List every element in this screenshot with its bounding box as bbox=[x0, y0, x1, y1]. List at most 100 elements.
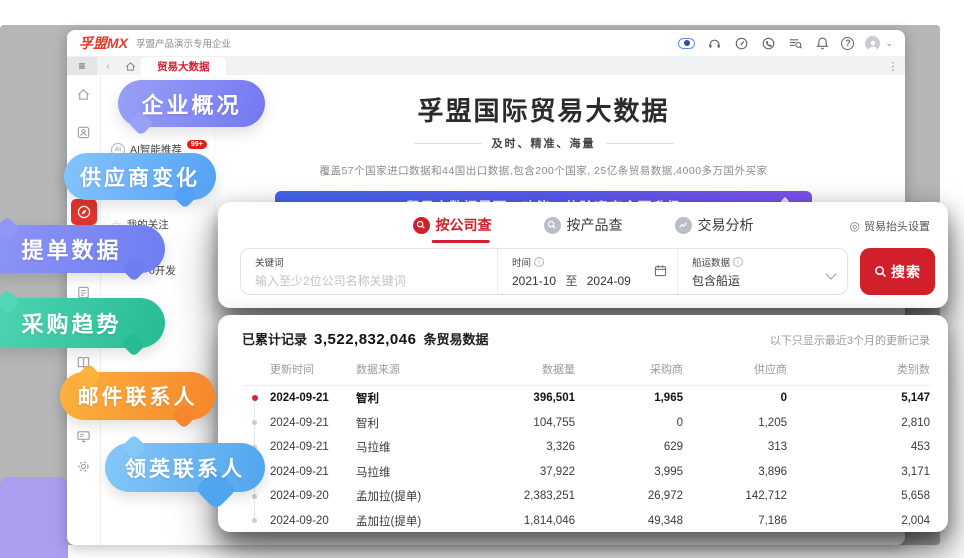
stat-suffix: 条贸易数据 bbox=[423, 329, 488, 348]
records-stat-row: 已累计记录 3,522,832,046 条贸易数据 以下只显示最近3个月的更新记… bbox=[242, 329, 930, 348]
settings-icon: ◎ bbox=[850, 219, 860, 233]
phone-icon[interactable] bbox=[760, 35, 776, 51]
company-search-icon bbox=[413, 217, 430, 234]
time-separator: 至 bbox=[565, 274, 577, 288]
keyword-field[interactable]: 关键词 输入至少2位公司名称关键词 bbox=[241, 249, 497, 294]
contact-icon[interactable] bbox=[76, 125, 92, 141]
hamburger-icon[interactable]: ≡ bbox=[67, 57, 97, 75]
shipping-label-text: 船运数据 bbox=[692, 255, 730, 269]
keyword-input[interactable]: 输入至少2位公司名称关键词 bbox=[255, 272, 483, 289]
cell-update-time: 2024-09-20 bbox=[268, 490, 344, 502]
tab-search-by-company[interactable]: 按公司查 bbox=[413, 215, 492, 235]
tab-label: 交易分析 bbox=[698, 215, 754, 235]
gear-icon[interactable] bbox=[76, 459, 92, 475]
monitor-icon[interactable] bbox=[76, 429, 92, 445]
pill-company-overview[interactable]: 企业概况 bbox=[118, 80, 265, 127]
home-icon[interactable] bbox=[76, 87, 92, 103]
col-categories: 类别数 bbox=[787, 361, 930, 377]
table-body: 2024-09-21 智利 396,501 1,965 0 5,147 2024… bbox=[242, 386, 930, 533]
cell-data-source: 孟加拉(提单) bbox=[344, 513, 464, 529]
page-subtitle: 及时、精准、海量 bbox=[275, 135, 812, 151]
screenshot-canvas: 孚盟MX 孚盟产品演示专用企业 ? bbox=[0, 0, 964, 558]
table-row[interactable]: 2024-09-20 孟加拉(提单) 1,814,046 49,348 7,18… bbox=[242, 509, 930, 534]
table-row[interactable]: 2024-09-21 马拉维 3,326 629 313 453 bbox=[242, 435, 930, 460]
cell-categories: 2,004 bbox=[787, 515, 930, 527]
brand-logo: 孚盟MX bbox=[79, 33, 128, 53]
cell-categories: 3,171 bbox=[787, 466, 930, 478]
search-tabs: 按公司查 按产品查 交易分析 ◎ 贸易抬头设置 bbox=[218, 202, 948, 235]
cell-buyers: 49,348 bbox=[575, 515, 683, 527]
cell-suppliers: 0 bbox=[683, 392, 787, 404]
home-icon[interactable] bbox=[119, 57, 141, 75]
headset-icon[interactable] bbox=[706, 35, 722, 51]
cell-data-source: 马拉维 bbox=[344, 439, 464, 455]
cell-update-time: 2024-09-20 bbox=[268, 515, 344, 527]
back-icon[interactable]: ‹ bbox=[97, 57, 119, 75]
search-list-icon[interactable] bbox=[787, 35, 803, 51]
pill-supplier-changes[interactable]: 供应商变化 bbox=[64, 153, 216, 200]
topbar-icons: ? ⌄ bbox=[678, 35, 893, 51]
calendar-icon[interactable] bbox=[654, 264, 667, 282]
cell-buyers: 26,972 bbox=[575, 490, 683, 502]
page-title: 孚盟国际贸易大数据 bbox=[275, 91, 812, 128]
col-suppliers: 供应商 bbox=[683, 361, 787, 377]
trade-header-settings-link[interactable]: ◎ 贸易抬头设置 bbox=[850, 218, 930, 234]
cell-categories: 2,810 bbox=[787, 417, 930, 429]
pill-email-contacts[interactable]: 邮件联系人 bbox=[60, 372, 215, 420]
pill-purchase-trends[interactable]: 采购趋势 bbox=[0, 298, 165, 348]
cell-suppliers: 3,896 bbox=[683, 466, 787, 478]
search-button[interactable]: 搜索 bbox=[860, 248, 935, 295]
product-search-icon bbox=[544, 217, 561, 234]
cell-update-time: 2024-09-21 bbox=[268, 417, 344, 429]
time-range-field[interactable]: 时间 i 2021-10 至 2024-09 bbox=[497, 249, 677, 294]
bell-icon[interactable] bbox=[814, 35, 830, 51]
decor-purple-box bbox=[0, 477, 68, 558]
preview-toggle-icon[interactable] bbox=[678, 38, 695, 49]
analysis-icon bbox=[675, 217, 692, 234]
col-update-time: 更新时间 bbox=[268, 361, 344, 377]
records-panel: 已累计记录 3,522,832,046 条贸易数据 以下只显示最近3个月的更新记… bbox=[218, 315, 948, 532]
browser-tabbar: ≡ ‹ 贸易大数据 ⋮ bbox=[67, 57, 905, 75]
window-header: 孚盟MX 孚盟产品演示专用企业 ? bbox=[67, 30, 905, 57]
cell-data-volume: 1,814,046 bbox=[464, 515, 575, 527]
settings-label: 贸易抬头设置 bbox=[864, 218, 930, 234]
table-row[interactable]: 2024-09-21 智利 396,501 1,965 0 5,147 bbox=[242, 386, 930, 411]
cell-data-volume: 37,922 bbox=[464, 466, 575, 478]
brand-suffix: 孚盟产品演示专用企业 bbox=[136, 36, 231, 50]
cell-data-volume: 3,326 bbox=[464, 441, 575, 453]
cell-update-time: 2024-09-21 bbox=[268, 441, 344, 453]
table-row[interactable]: 2024-09-20 孟加拉(提单) 2,383,251 26,972 142,… bbox=[242, 484, 930, 509]
shipping-select[interactable]: 包含船运 bbox=[692, 272, 833, 289]
avatar[interactable] bbox=[865, 36, 880, 51]
time-label-text: 时间 bbox=[512, 255, 531, 269]
keyword-label: 关键词 bbox=[255, 255, 483, 269]
compass-icon[interactable] bbox=[71, 199, 97, 225]
time-to: 2024-09 bbox=[587, 274, 631, 288]
stat-total: 3,522,832,046 bbox=[314, 331, 416, 348]
table-row[interactable]: 2024-09-21 智利 104,755 0 1,205 2,810 bbox=[242, 411, 930, 436]
cell-categories: 453 bbox=[787, 441, 930, 453]
tab-trade-bigdata[interactable]: 贸易大数据 bbox=[141, 57, 226, 75]
timeline-dot bbox=[242, 518, 268, 523]
subtitle-text: 及时、精准、海量 bbox=[492, 135, 596, 151]
gauge-icon[interactable] bbox=[733, 35, 749, 51]
cell-data-source: 智利 bbox=[344, 415, 464, 431]
time-label: 时间 i bbox=[512, 255, 663, 269]
help-icon[interactable]: ? bbox=[841, 37, 854, 50]
shipping-data-field[interactable]: 船运数据 i 包含船运 bbox=[677, 249, 847, 294]
info-icon: i bbox=[733, 257, 743, 267]
table-row[interactable]: 2024-09-21 马拉维 37,922 3,995 3,896 3,171 bbox=[242, 460, 930, 485]
tab-search-by-product[interactable]: 按产品查 bbox=[544, 215, 623, 235]
tab-trade-analysis[interactable]: 交易分析 bbox=[675, 215, 754, 235]
timeline-dot bbox=[242, 494, 268, 499]
time-range-value[interactable]: 2021-10 至 2024-09 bbox=[512, 272, 663, 289]
kebab-menu-icon[interactable]: ⋮ bbox=[881, 57, 905, 75]
cell-data-source: 孟加拉(提单) bbox=[344, 488, 464, 504]
cell-data-volume: 2,383,251 bbox=[464, 490, 575, 502]
cell-buyers: 3,995 bbox=[575, 466, 683, 478]
col-data-source: 数据来源 bbox=[344, 361, 464, 377]
chevron-down-icon[interactable]: ⌄ bbox=[885, 38, 893, 49]
pill-linkedin-contacts[interactable]: 领英联系人 bbox=[105, 443, 265, 492]
page-description: 覆盖57个国家进口数据和44国出口数据,包含200个国家, 25亿条贸易数据,4… bbox=[275, 163, 812, 178]
pill-bill-of-lading-data[interactable]: 提单数据 bbox=[0, 225, 165, 273]
